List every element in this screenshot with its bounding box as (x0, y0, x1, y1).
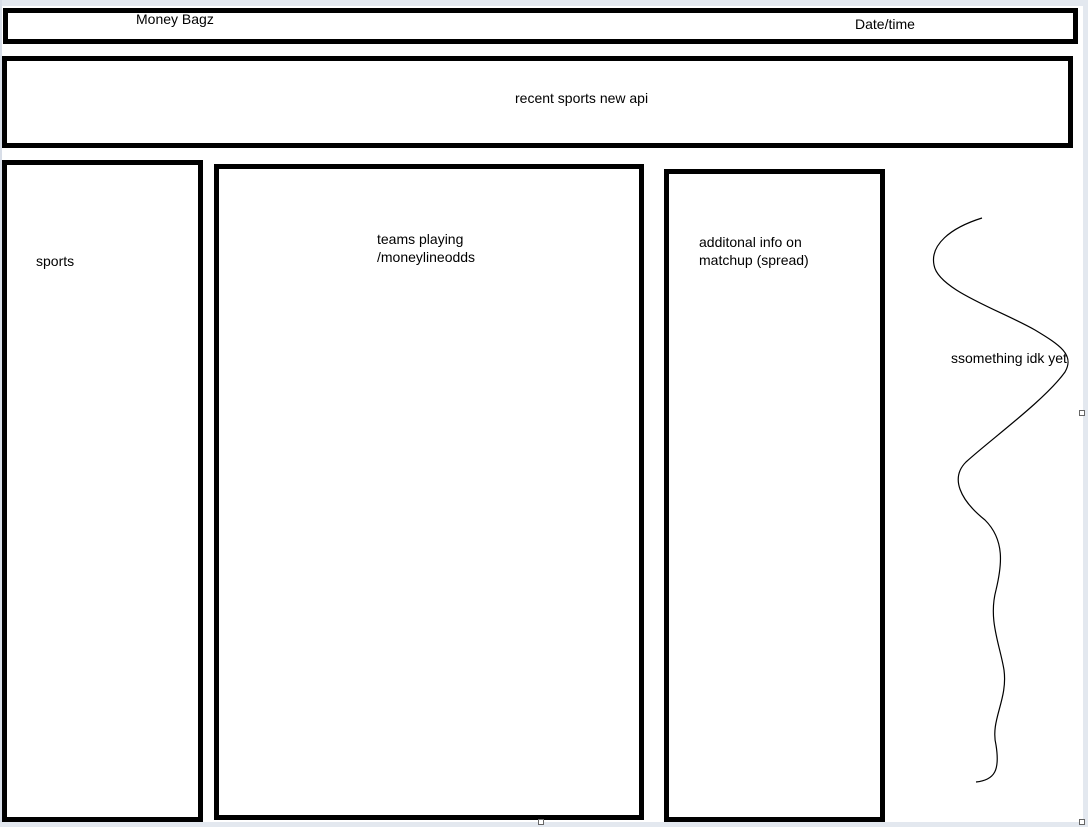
resize-handle-right[interactable] (1079, 410, 1085, 416)
squiggle-line (932, 217, 1069, 783)
resize-handle-bottom[interactable] (538, 819, 544, 825)
resize-handle-corner[interactable] (1079, 819, 1085, 825)
extra-label: ssomething idk yet (951, 350, 1067, 366)
